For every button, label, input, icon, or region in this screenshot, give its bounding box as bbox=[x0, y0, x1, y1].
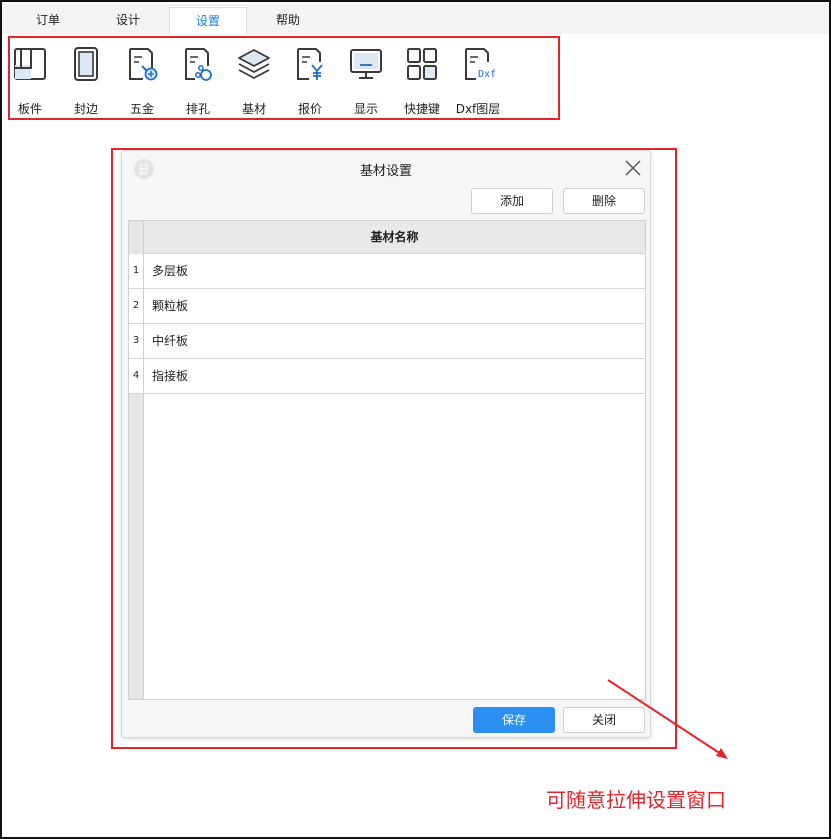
tab-settings[interactable]: 设置 bbox=[169, 7, 247, 35]
toolbar-label: 五金 bbox=[129, 102, 154, 116]
annotation-arrow bbox=[600, 676, 740, 769]
toolbar-dxf-layer-button[interactable]: Dxf Dxf图层 bbox=[452, 46, 504, 116]
material-name-cell[interactable]: 颗粒板 bbox=[152, 289, 188, 323]
row-number: 1 bbox=[129, 254, 144, 288]
settings-toolbar: 板件 封边 五金 排孔 基材 报价 显示 快捷键 Dxf Dxf图层 bbox=[8, 36, 560, 120]
base-material-dialog: 基材设置 添加 删除 基材名称 1 多层板 2 颗粒板 3 中纤板 4 指接板 … bbox=[121, 150, 651, 738]
row-number: 2 bbox=[129, 289, 144, 323]
toolbar-label: Dxf图层 bbox=[455, 102, 501, 116]
toolbar-edge-banding-button[interactable]: 封边 bbox=[60, 46, 112, 116]
toolbar-panel-button[interactable]: 板件 bbox=[4, 46, 56, 116]
toolbar-display-button[interactable]: 显示 bbox=[340, 46, 392, 116]
dialog-title: 基材设置 bbox=[359, 164, 412, 179]
table-row[interactable]: 4 指接板 bbox=[129, 359, 645, 394]
toolbar-shortcut-button[interactable]: 快捷键 bbox=[396, 46, 448, 116]
save-button[interactable]: 保存 bbox=[473, 707, 555, 733]
delete-button[interactable]: 删除 bbox=[563, 188, 645, 214]
hole-layout-icon bbox=[185, 48, 212, 81]
material-name-cell[interactable]: 指接板 bbox=[152, 359, 188, 393]
toolbar-quote-button[interactable]: 报价 bbox=[284, 46, 336, 116]
material-name-cell[interactable]: 中纤板 bbox=[152, 324, 188, 358]
column-header-material-name[interactable]: 基材名称 bbox=[144, 221, 645, 254]
toolbar-label: 封边 bbox=[73, 102, 98, 116]
material-name-cell[interactable]: 多层板 bbox=[152, 254, 188, 288]
toolbar-label: 显示 bbox=[353, 102, 378, 116]
svg-text:Dxf: Dxf bbox=[478, 69, 496, 80]
quote-yen-icon bbox=[297, 48, 323, 80]
tab-order[interactable]: 订单 bbox=[9, 7, 87, 34]
hardware-icon bbox=[129, 48, 158, 81]
table-row[interactable]: 2 颗粒板 bbox=[129, 289, 645, 324]
add-button[interactable]: 添加 bbox=[471, 188, 553, 214]
panel-icon bbox=[14, 48, 46, 80]
tab-design[interactable]: 设计 bbox=[89, 7, 167, 34]
table-row[interactable]: 1 多层板 bbox=[129, 254, 645, 289]
row-number: 4 bbox=[129, 359, 144, 393]
table-row[interactable]: 3 中纤板 bbox=[129, 324, 645, 359]
toolbar-label: 报价 bbox=[297, 102, 322, 116]
toolbar-hole-layout-button[interactable]: 排孔 bbox=[172, 46, 224, 116]
toolbar-label: 板件 bbox=[17, 102, 42, 116]
dxf-file-icon: Dxf bbox=[465, 48, 496, 80]
toolbar-label: 基材 bbox=[241, 102, 266, 116]
row-number: 3 bbox=[129, 324, 144, 358]
tab-help[interactable]: 帮助 bbox=[249, 7, 327, 34]
close-icon[interactable] bbox=[624, 159, 642, 180]
toolbar-label: 快捷键 bbox=[403, 102, 440, 116]
toolbar-base-material-button[interactable]: 基材 bbox=[228, 46, 280, 116]
toolbar-hardware-button[interactable]: 五金 bbox=[116, 46, 168, 116]
grid-icon bbox=[407, 48, 437, 80]
material-table: 基材名称 1 多层板 2 颗粒板 3 中纤板 4 指接板 bbox=[128, 220, 646, 700]
monitor-icon bbox=[350, 49, 382, 79]
edge-banding-icon bbox=[74, 47, 98, 81]
layers-icon bbox=[238, 49, 270, 79]
tab-bar: 订单 设计 设置 帮助 bbox=[2, 4, 829, 35]
annotation-text: 可随意拉伸设置窗口 bbox=[546, 788, 726, 812]
toolbar-label: 排孔 bbox=[185, 102, 210, 116]
